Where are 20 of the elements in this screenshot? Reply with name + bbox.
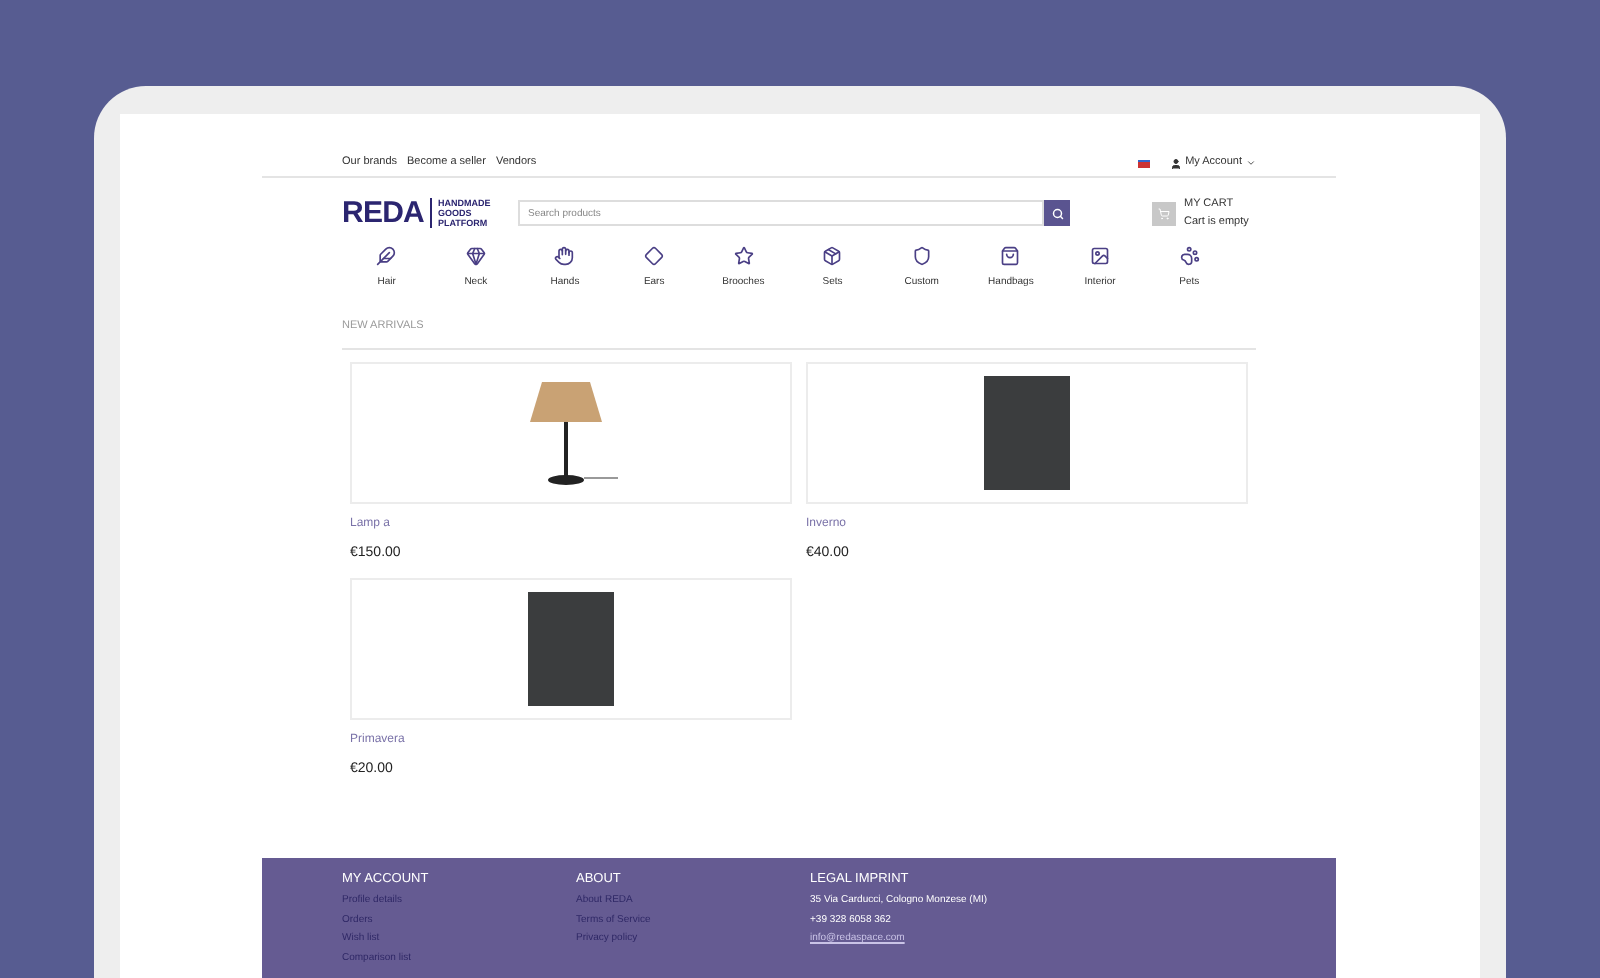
diamond-icon: [644, 246, 665, 266]
package-icon: [822, 246, 843, 266]
photo-placeholder: [984, 375, 1070, 489]
logo[interactable]: REDA: [342, 198, 425, 228]
bag-icon: [1000, 246, 1021, 266]
gem-icon: [465, 246, 486, 266]
product-card[interactable]: [350, 578, 792, 720]
search-button[interactable]: [1044, 200, 1070, 226]
search-icon: [1051, 207, 1063, 219]
caret-icon: [1246, 158, 1256, 168]
feather-icon: [376, 246, 397, 266]
photo-placeholder: [528, 592, 614, 706]
star-icon: [733, 246, 754, 266]
user-icon: [1169, 157, 1182, 169]
shield-icon: [911, 246, 932, 266]
product-card[interactable]: [806, 361, 1248, 503]
paw-icon: [1179, 246, 1200, 266]
picture-icon: [1090, 246, 1111, 266]
flag-icon[interactable]: [1137, 159, 1150, 167]
hand-icon: [554, 246, 575, 266]
